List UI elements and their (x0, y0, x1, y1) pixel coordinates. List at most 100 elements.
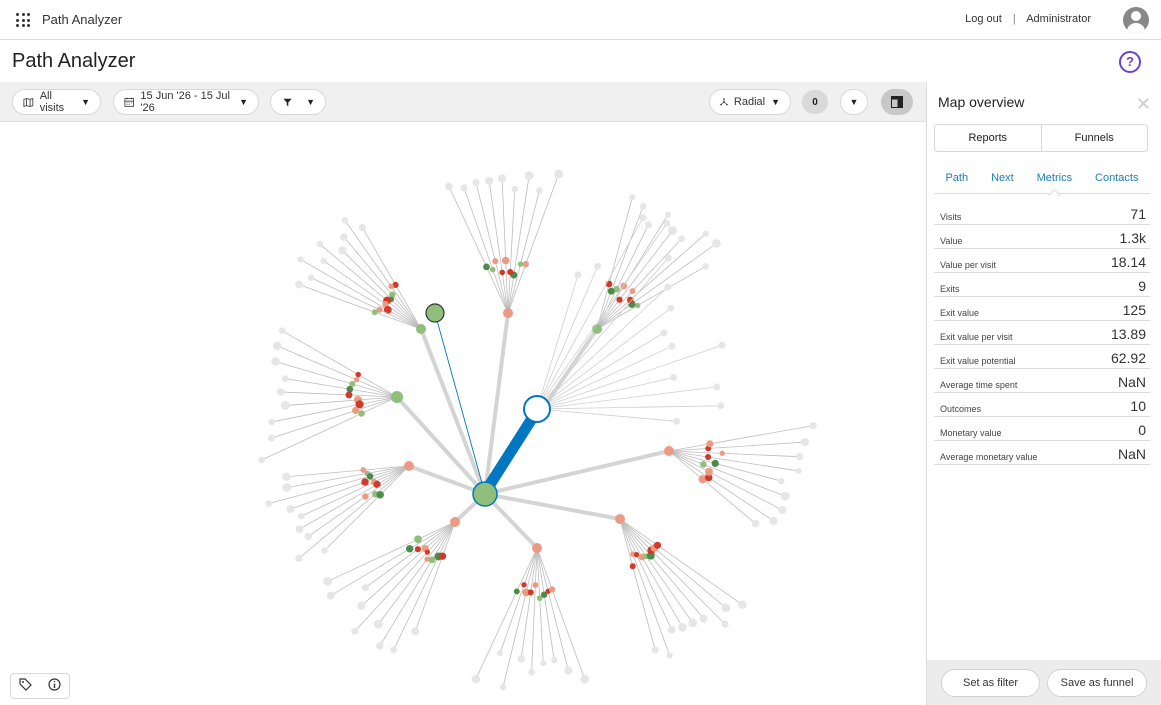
path-node[interactable] (405, 545, 414, 553)
path-node[interactable] (700, 461, 707, 468)
exit-node[interactable] (551, 656, 558, 664)
exit-node[interactable] (485, 176, 494, 185)
exit-node[interactable] (712, 239, 721, 248)
exit-node[interactable] (660, 329, 668, 337)
path-node[interactable] (507, 269, 514, 276)
tab-path[interactable]: Path (945, 172, 968, 193)
help-icon[interactable]: ? (1119, 51, 1141, 73)
app-launcher-icon[interactable] (16, 13, 30, 27)
exit-node[interactable] (316, 240, 323, 248)
exit-node[interactable] (528, 668, 536, 676)
exit-node[interactable] (460, 184, 468, 192)
path-node[interactable] (719, 450, 725, 456)
exit-node[interactable] (376, 642, 384, 650)
exit-node[interactable] (795, 453, 804, 461)
exit-node[interactable] (651, 646, 659, 654)
exit-node[interactable] (594, 262, 602, 270)
exit-node[interactable] (670, 373, 678, 381)
exit-node[interactable] (777, 477, 785, 485)
path-node[interactable] (345, 391, 353, 399)
more-options-button[interactable]: ▼ (840, 89, 868, 115)
path-node[interactable] (371, 309, 378, 316)
path-node[interactable] (513, 588, 520, 595)
exit-node[interactable] (667, 625, 676, 634)
path-node[interactable] (616, 296, 623, 303)
path-node[interactable] (404, 461, 414, 471)
exit-node[interactable] (268, 418, 275, 426)
exit-node[interactable] (644, 221, 652, 229)
path-node[interactable] (664, 446, 674, 456)
path-node[interactable] (629, 563, 636, 570)
exit-node[interactable] (678, 235, 685, 243)
path-node[interactable] (548, 586, 556, 593)
path-node[interactable] (361, 478, 369, 486)
path-node[interactable] (355, 371, 361, 378)
exit-node[interactable] (665, 211, 672, 218)
exit-node[interactable] (536, 187, 543, 194)
filter-count-badge[interactable]: 0 (802, 90, 828, 114)
exit-node[interactable] (340, 233, 348, 241)
path-node[interactable] (358, 410, 365, 417)
toggle-panel-button[interactable] (881, 89, 913, 115)
path-node[interactable] (503, 308, 513, 318)
exit-node[interactable] (629, 194, 636, 201)
funnels-button[interactable]: Funnels (1040, 125, 1148, 151)
exit-node[interactable] (524, 171, 534, 181)
path-node[interactable] (615, 514, 625, 524)
path-node[interactable] (532, 582, 539, 589)
layout-dropdown[interactable]: Radial ▼ (709, 89, 791, 115)
exit-node[interactable] (471, 674, 481, 684)
exit-node[interactable] (295, 554, 303, 562)
path-node[interactable] (705, 467, 713, 476)
path-node[interactable] (353, 376, 360, 383)
exit-node[interactable] (304, 532, 312, 541)
exit-node[interactable] (282, 483, 292, 492)
exit-node[interactable] (278, 327, 286, 335)
path-node[interactable] (425, 303, 445, 323)
path-node[interactable] (492, 258, 499, 265)
path-node[interactable] (366, 473, 374, 480)
path-node[interactable] (489, 266, 496, 273)
exit-node[interactable] (702, 263, 709, 270)
exit-node[interactable] (580, 674, 590, 684)
path-node[interactable] (521, 582, 527, 588)
exit-node[interactable] (718, 341, 726, 349)
exit-node[interactable] (295, 525, 304, 534)
path-node[interactable] (414, 546, 421, 553)
exit-node[interactable] (271, 357, 280, 366)
path-node[interactable] (346, 385, 354, 393)
filter-dropdown[interactable]: ▼ (270, 89, 326, 115)
exit-node[interactable] (268, 434, 275, 442)
exit-node[interactable] (666, 652, 673, 659)
exit-node[interactable] (699, 614, 708, 623)
exit-node[interactable] (286, 505, 295, 514)
exit-node[interactable] (358, 223, 367, 232)
path-node[interactable] (351, 406, 360, 415)
logout-link[interactable]: Log out (965, 13, 1002, 25)
exit-node[interactable] (361, 584, 370, 592)
exit-node[interactable] (663, 220, 671, 227)
exit-node[interactable] (668, 342, 676, 350)
exit-node[interactable] (678, 622, 687, 632)
path-node[interactable] (705, 453, 712, 461)
path-node[interactable] (629, 288, 636, 295)
exit-node[interactable] (265, 500, 272, 507)
exit-node[interactable] (445, 182, 453, 191)
path-node[interactable] (450, 517, 460, 527)
exit-node[interactable] (668, 226, 677, 236)
exit-node[interactable] (717, 402, 725, 410)
exit-node[interactable] (667, 304, 675, 312)
exit-node[interactable] (517, 655, 525, 663)
visits-filter-dropdown[interactable]: All visits ▼ (12, 89, 101, 115)
exit-node[interactable] (282, 472, 291, 481)
exit-node[interactable] (390, 646, 398, 654)
exit-node[interactable] (282, 375, 289, 382)
user-name[interactable]: Administrator (1026, 13, 1091, 25)
app-name[interactable]: Path Analyzer (42, 12, 122, 27)
exit-node[interactable] (564, 666, 573, 675)
exit-node[interactable] (540, 660, 547, 667)
avatar[interactable] (1123, 7, 1149, 33)
path-node[interactable] (424, 549, 431, 555)
exit-node[interactable] (809, 422, 817, 430)
path-node[interactable] (607, 287, 615, 295)
